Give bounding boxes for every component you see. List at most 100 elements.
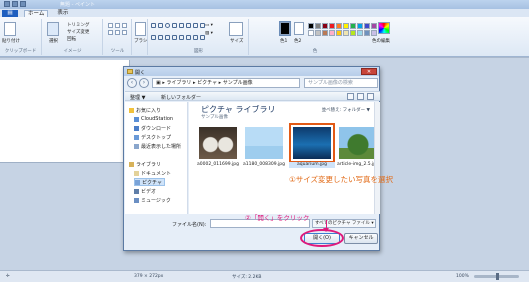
color-swatch[interactable] [364, 30, 370, 36]
save-icon[interactable] [4, 1, 10, 7]
redo-icon[interactable] [20, 1, 26, 7]
color1-label[interactable]: 色1 [280, 38, 287, 44]
nav-desktop[interactable]: デスクトップ [134, 133, 171, 141]
text-icon[interactable] [122, 23, 127, 28]
color-swatch[interactable] [371, 30, 377, 36]
edit-colors-icon[interactable] [378, 22, 390, 34]
rotate-button[interactable]: 回転 [67, 36, 76, 42]
color-swatch[interactable] [329, 23, 335, 29]
file-thumbnail-selected[interactable]: aquarium.jpg [289, 123, 335, 168]
shape-oval-icon[interactable] [165, 23, 170, 28]
shape-roundrect-icon[interactable] [179, 23, 184, 28]
forward-arrow-icon[interactable]: › [139, 78, 149, 88]
paint-canvas[interactable] [0, 60, 130, 163]
shape-diamond-icon[interactable] [151, 34, 156, 40]
nav-pictures[interactable]: ピクチャ [134, 178, 165, 186]
shape-line-icon[interactable] [151, 23, 156, 28]
nav-music[interactable]: ミュージック [134, 196, 171, 204]
search-input[interactable]: サンプル画像の検索 [304, 78, 378, 88]
color-picker-icon[interactable] [115, 30, 120, 35]
color-swatch[interactable] [371, 23, 377, 29]
help-icon[interactable] [367, 93, 374, 100]
shape-arrow-left-icon[interactable] [179, 34, 184, 40]
color-swatch[interactable] [336, 23, 342, 29]
edit-colors-label[interactable]: 色の編集 [372, 38, 390, 44]
shape-pentagon-icon[interactable] [158, 34, 163, 40]
tab-home[interactable]: ホーム [24, 9, 49, 17]
color-swatch[interactable] [350, 23, 356, 29]
shape-arrow-up-icon[interactable] [186, 34, 191, 40]
size-icon[interactable] [229, 22, 243, 36]
nav-library[interactable]: ライブラリ [129, 160, 161, 168]
breadcrumb-pictures[interactable]: ピクチャ [197, 80, 217, 86]
color-swatch[interactable] [343, 23, 349, 29]
color-swatch[interactable] [315, 30, 321, 36]
file-list-scrollbar[interactable] [374, 102, 380, 214]
size-label[interactable]: サイズ [230, 38, 243, 44]
shapes-gallery[interactable] [151, 23, 205, 45]
outline-button[interactable]: ▭ ▾ [205, 23, 213, 28]
crop-button[interactable]: トリミング [67, 22, 90, 28]
back-arrow-icon[interactable]: ‹ [127, 78, 137, 88]
shape-hexagon-icon[interactable] [165, 34, 170, 40]
shape-arrow-right-icon[interactable] [172, 34, 177, 40]
nav-downloads[interactable]: ダウンロード [134, 124, 171, 132]
new-folder-button[interactable]: 新しいフォルダー [161, 94, 201, 101]
close-icon[interactable]: ✕ [361, 68, 377, 75]
color-swatch[interactable] [357, 30, 363, 36]
color2-label[interactable]: 色2 [294, 38, 301, 44]
select-icon[interactable] [47, 22, 59, 36]
nav-cloudstation[interactable]: CloudStation [134, 115, 173, 123]
quick-access-toolbar[interactable] [4, 1, 44, 8]
paste-label[interactable]: 貼り付け [2, 38, 20, 44]
color-swatch[interactable] [308, 23, 314, 29]
color-palette[interactable] [308, 23, 377, 36]
cancel-button[interactable]: キャンセル [344, 233, 378, 244]
file-menu-button[interactable]: ▤ [2, 9, 18, 17]
color2-swatch[interactable] [294, 22, 304, 35]
shape-rect-icon[interactable] [172, 23, 177, 28]
color-swatch[interactable] [364, 23, 370, 29]
magnifier-icon[interactable] [122, 30, 127, 35]
nav-recent-places[interactable]: 最近表示した場所 [134, 142, 181, 150]
breadcrumb-sample-images[interactable]: サンプル画像 [223, 80, 253, 86]
fill-button[interactable]: ▨ ▾ [205, 31, 213, 36]
color-swatch[interactable] [329, 30, 335, 36]
view-options-icon[interactable] [347, 93, 354, 100]
brush-label[interactable]: ブラシ [134, 38, 147, 44]
shape-polygon-icon[interactable] [186, 23, 191, 28]
select-label[interactable]: 選択 [49, 38, 58, 44]
file-thumbnail[interactable]: a0002_011699.jpg [197, 127, 239, 167]
fill-icon[interactable] [115, 23, 120, 28]
eraser-icon[interactable] [108, 30, 113, 35]
pencil-icon[interactable] [108, 23, 113, 28]
color-swatch[interactable] [350, 30, 356, 36]
color-swatch[interactable] [322, 23, 328, 29]
color-swatch[interactable] [315, 23, 321, 29]
nav-documents[interactable]: ドキュメント [134, 169, 171, 177]
filetype-select[interactable]: すべてのピクチャ ファイル ▾ [312, 219, 376, 228]
breadcrumb-library[interactable]: ライブラリ [166, 80, 191, 86]
paste-icon[interactable] [4, 22, 16, 36]
shape-arrow-down-icon[interactable] [193, 34, 198, 40]
arrange-by-dropdown[interactable]: 並べ替え: フォルダー ▼ [322, 107, 370, 113]
color-swatch[interactable] [343, 30, 349, 36]
file-thumbnail[interactable]: a1180_008309.jpg [243, 127, 285, 167]
preview-pane-icon[interactable] [357, 93, 364, 100]
organize-button[interactable]: 整理 ▼ [130, 94, 145, 101]
color1-swatch[interactable] [279, 21, 291, 36]
resize-button[interactable]: サイズ変更 [67, 29, 89, 35]
brush-icon[interactable] [135, 22, 146, 36]
address-bar[interactable]: ▣ ▸ ライブラリ ▸ ピクチャ ▸ サンプル画像 [152, 78, 300, 88]
zoom-slider-thumb[interactable] [496, 273, 499, 280]
undo-icon[interactable] [12, 1, 18, 7]
zoom-slider[interactable] [474, 273, 519, 280]
nav-favorites[interactable]: お気に入り [129, 106, 161, 114]
shape-curve-icon[interactable] [158, 23, 163, 28]
tab-view[interactable]: 表示 [54, 10, 71, 17]
color-swatch[interactable] [336, 30, 342, 36]
file-thumbnail[interactable]: article-img_2.5.jpg [337, 127, 379, 167]
color-swatch[interactable] [357, 23, 363, 29]
nav-videos[interactable]: ビデオ [134, 187, 156, 195]
shape-triangle-icon[interactable] [193, 23, 198, 28]
